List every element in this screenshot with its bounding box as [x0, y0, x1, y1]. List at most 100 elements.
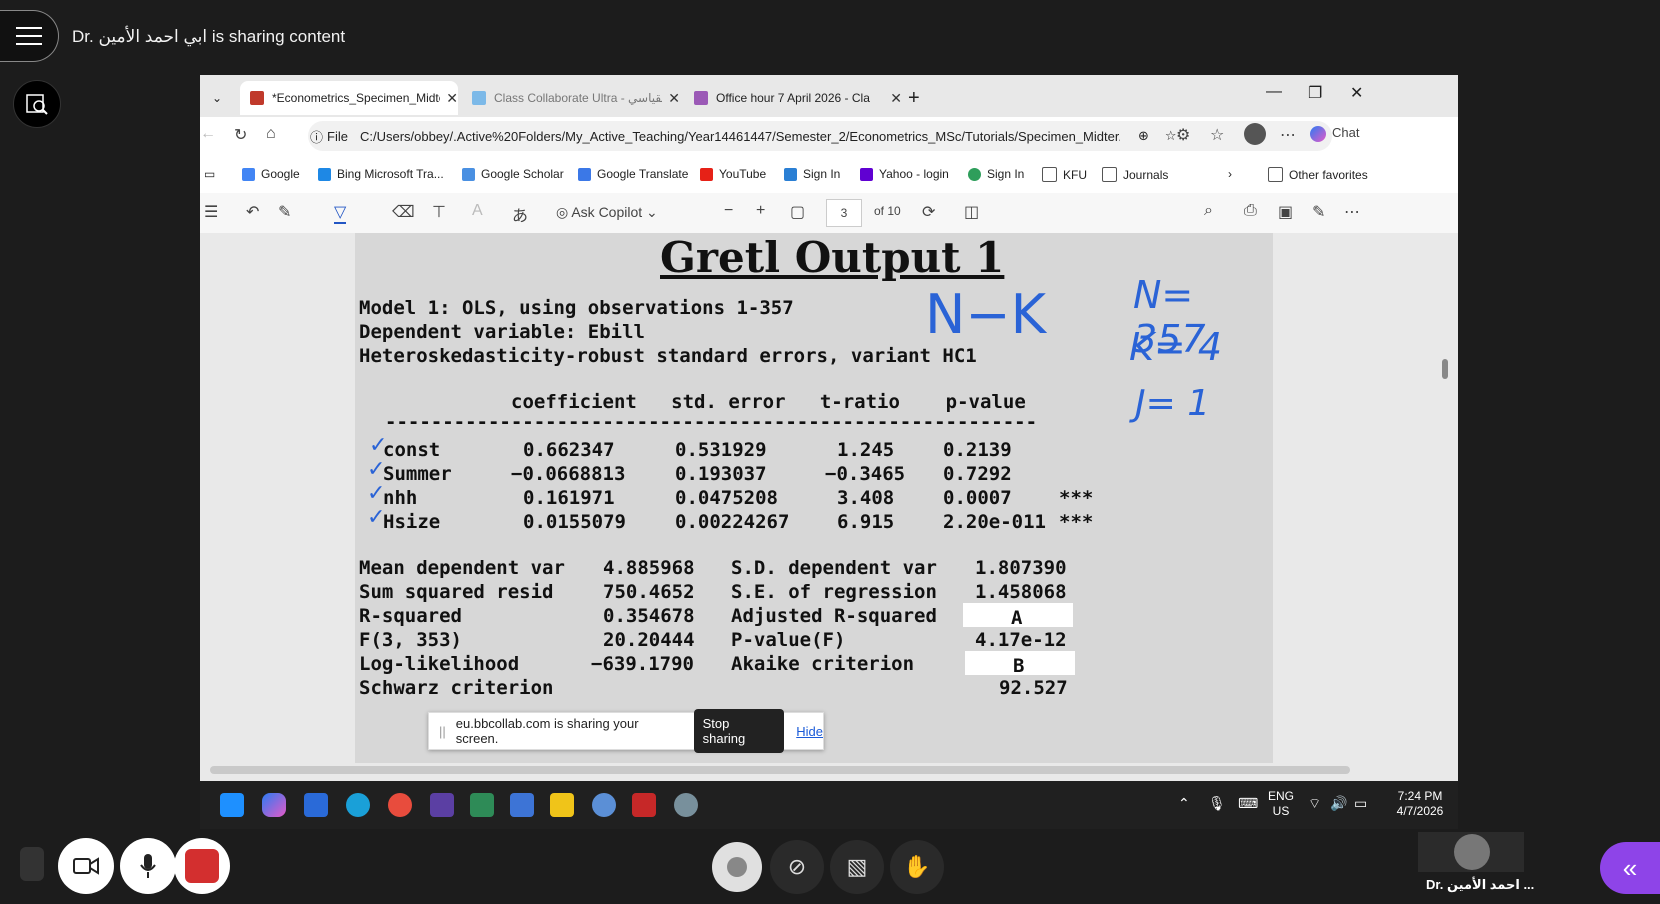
battery-icon[interactable]: ▭ [1354, 795, 1367, 812]
tab-office-hour[interactable]: Office hour 7 April 2026 - Cla ✕ [684, 81, 902, 115]
home-icon[interactable]: ⌂ [266, 125, 276, 143]
rotate-icon[interactable]: ⟳ [922, 202, 935, 222]
print-icon[interactable]: ⎙ [1244, 202, 1257, 220]
pdf-viewer[interactable]: Gretl Output 1 Model 1: OLS, using obser… [200, 233, 1458, 781]
language-indicator[interactable]: ENG US [1268, 789, 1294, 819]
open-panel-button[interactable]: « [1600, 842, 1660, 894]
camera-button[interactable] [58, 838, 114, 894]
keyboard-icon[interactable]: ⌨ [1238, 795, 1258, 812]
app-icon[interactable] [430, 793, 454, 817]
scheme-label: File [327, 128, 348, 144]
reading-icon[interactable]: ▭ [204, 167, 215, 181]
read-aloud-icon[interactable]: A [472, 202, 483, 220]
new-tab-button[interactable]: + [908, 81, 938, 115]
todo-icon[interactable] [304, 793, 328, 817]
excel-icon[interactable] [470, 793, 494, 817]
volume-icon[interactable]: 🔊 [1330, 795, 1347, 812]
chevron-up-icon[interactable]: ⌃ [1178, 795, 1190, 812]
fav-sign-in[interactable]: Sign In [784, 167, 840, 181]
pdf-editor-icon[interactable] [632, 793, 656, 817]
translate-icon[interactable]: あ [512, 202, 528, 226]
copilot-icon[interactable] [262, 793, 286, 817]
horizontal-scrollbar[interactable] [210, 766, 1350, 774]
vertical-scrollbar[interactable] [1440, 233, 1450, 763]
close-tab-icon[interactable]: ✕ [446, 90, 458, 107]
fit-page-icon[interactable]: ▢ [790, 202, 805, 222]
sign-in-icon [784, 167, 797, 181]
participant-avatar[interactable] [712, 842, 762, 892]
copilot-chat-button[interactable]: Chat [1310, 125, 1359, 142]
drag-handle-icon[interactable] [20, 847, 44, 881]
avatar-icon [727, 857, 747, 877]
zoom-out-icon[interactable]: − [724, 202, 733, 220]
ask-copilot-label: Ask Copilot [571, 204, 643, 220]
store-icon[interactable] [510, 793, 534, 817]
mute-microphone-button[interactable]: ⊘ [770, 840, 824, 894]
ask-copilot-button[interactable]: ◎ Ask Copilot ⌄ [556, 204, 658, 221]
zoom-view-button[interactable] [13, 80, 61, 128]
page-view-icon[interactable]: ◫ [964, 202, 979, 222]
collab-menu-button[interactable] [0, 10, 59, 62]
favorite-star-icon[interactable]: ☆ [1165, 128, 1177, 144]
more-icon[interactable]: ⋯ [1280, 125, 1296, 145]
fav-yahoo[interactable]: Yahoo - login [860, 167, 949, 181]
microphone-icon[interactable]: 🎙 [1208, 795, 1226, 812]
reload-icon[interactable]: ↻ [234, 125, 247, 145]
minimize-button[interactable]: — [1266, 83, 1282, 101]
microphone-button[interactable] [120, 838, 176, 894]
close-tab-icon[interactable]: ✕ [890, 90, 902, 107]
fav-journals-folder[interactable]: Journals [1102, 167, 1168, 182]
contents-icon[interactable]: ☰ [204, 202, 218, 222]
fav-kfu-folder[interactable]: KFU [1042, 167, 1087, 182]
r-icon[interactable] [592, 793, 616, 817]
start-icon[interactable] [220, 793, 244, 817]
undo-icon[interactable]: ↶ [246, 202, 259, 222]
chrome-icon[interactable] [388, 793, 412, 817]
file-explorer-icon[interactable] [550, 793, 574, 817]
search-icon[interactable]: ⌕ [1204, 202, 1213, 220]
fav-sign-in-2[interactable]: Sign In [968, 167, 1024, 181]
profile-avatar[interactable] [1244, 123, 1266, 145]
model-line: Model 1: OLS, using observations 1-357 [359, 297, 794, 319]
wifi-icon[interactable]: ⌔ [1308, 795, 1321, 813]
page-number-input[interactable]: 3 [826, 199, 862, 227]
back-icon[interactable]: ← [200, 125, 216, 143]
chevron-right-icon[interactable]: › [1228, 167, 1232, 181]
zoom-icon[interactable]: ⊕ [1138, 128, 1149, 144]
edge-icon[interactable] [346, 793, 370, 817]
save-as-icon[interactable]: ✎ [1312, 202, 1325, 222]
fav-youtube[interactable]: YouTube [700, 167, 766, 181]
clock[interactable]: 7:24 PM 4/7/2026 [1390, 789, 1450, 819]
text-box-icon[interactable]: ⊤ [432, 202, 446, 222]
hide-button[interactable]: Hide [796, 724, 823, 739]
tab-list-button[interactable]: ⌄ [212, 81, 242, 115]
zoom-app-icon[interactable] [674, 793, 698, 817]
eraser-icon[interactable]: ⌫ [392, 202, 415, 222]
fav-google-translate[interactable]: Google Translate [578, 167, 688, 181]
fav-label: Other favorites [1289, 167, 1368, 182]
close-tab-icon[interactable]: ✕ [668, 90, 680, 107]
stop-sharing-button[interactable]: Stop sharing [693, 709, 785, 753]
presenter-tile[interactable] [1418, 832, 1524, 872]
highlight-icon[interactable]: ▽ [334, 202, 347, 224]
more-icon[interactable]: ⋯ [1344, 202, 1360, 222]
fav-google[interactable]: Google [242, 167, 300, 181]
favorites-icon[interactable]: ☆ [1210, 125, 1224, 145]
camera-off-button[interactable]: ▧ [830, 840, 884, 894]
draw-icon[interactable]: ✎ [278, 202, 291, 222]
stop-share-button[interactable] [174, 838, 230, 894]
fav-google-scholar[interactable]: Google Scholar [462, 167, 564, 181]
other-favorites[interactable]: Other favorites [1268, 167, 1368, 182]
zoom-in-icon[interactable]: + [756, 202, 765, 220]
tab-econometrics[interactable]: *Econometrics_Specimen_Midterm ✕ [240, 81, 458, 115]
fav-bing-translator[interactable]: Bing Microsoft Tra... [318, 167, 444, 181]
extensions-icon[interactable]: ⚙ [1176, 125, 1190, 145]
raise-hand-button[interactable]: ✋ [890, 840, 944, 894]
save-icon[interactable]: ▣ [1278, 202, 1293, 222]
drag-handle-icon[interactable]: || [439, 724, 446, 739]
close-window-button[interactable]: ✕ [1350, 83, 1363, 103]
scroll-thumb[interactable] [1442, 359, 1448, 379]
restore-button[interactable]: ❐ [1308, 83, 1322, 103]
tab-class-collaborate[interactable]: Class Collaborate Ultra - القياسي ✕ [462, 81, 680, 115]
dependent-line: Dependent variable: Ebill [359, 321, 645, 343]
